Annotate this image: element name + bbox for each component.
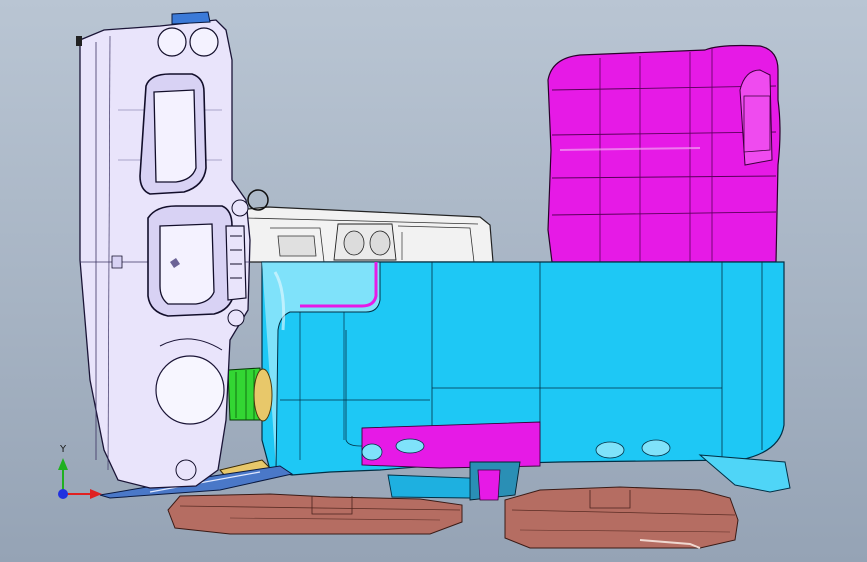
part-seat[interactable] (547, 44, 781, 263)
part-body-tub[interactable] (261, 261, 791, 501)
triad-y-arrow-icon (58, 458, 68, 470)
cad-viewport[interactable]: Y (0, 0, 867, 562)
view-triad[interactable]: Y (46, 438, 116, 508)
part-front-panel[interactable] (76, 11, 251, 489)
triad-z-axis-icon (58, 489, 68, 499)
triad-x-arrow-icon (90, 489, 102, 499)
model-scene[interactable] (0, 0, 867, 562)
part-cab-frame[interactable] (237, 189, 494, 263)
triad-y-label: Y (59, 444, 67, 455)
part-pedal-mount[interactable] (227, 367, 273, 422)
